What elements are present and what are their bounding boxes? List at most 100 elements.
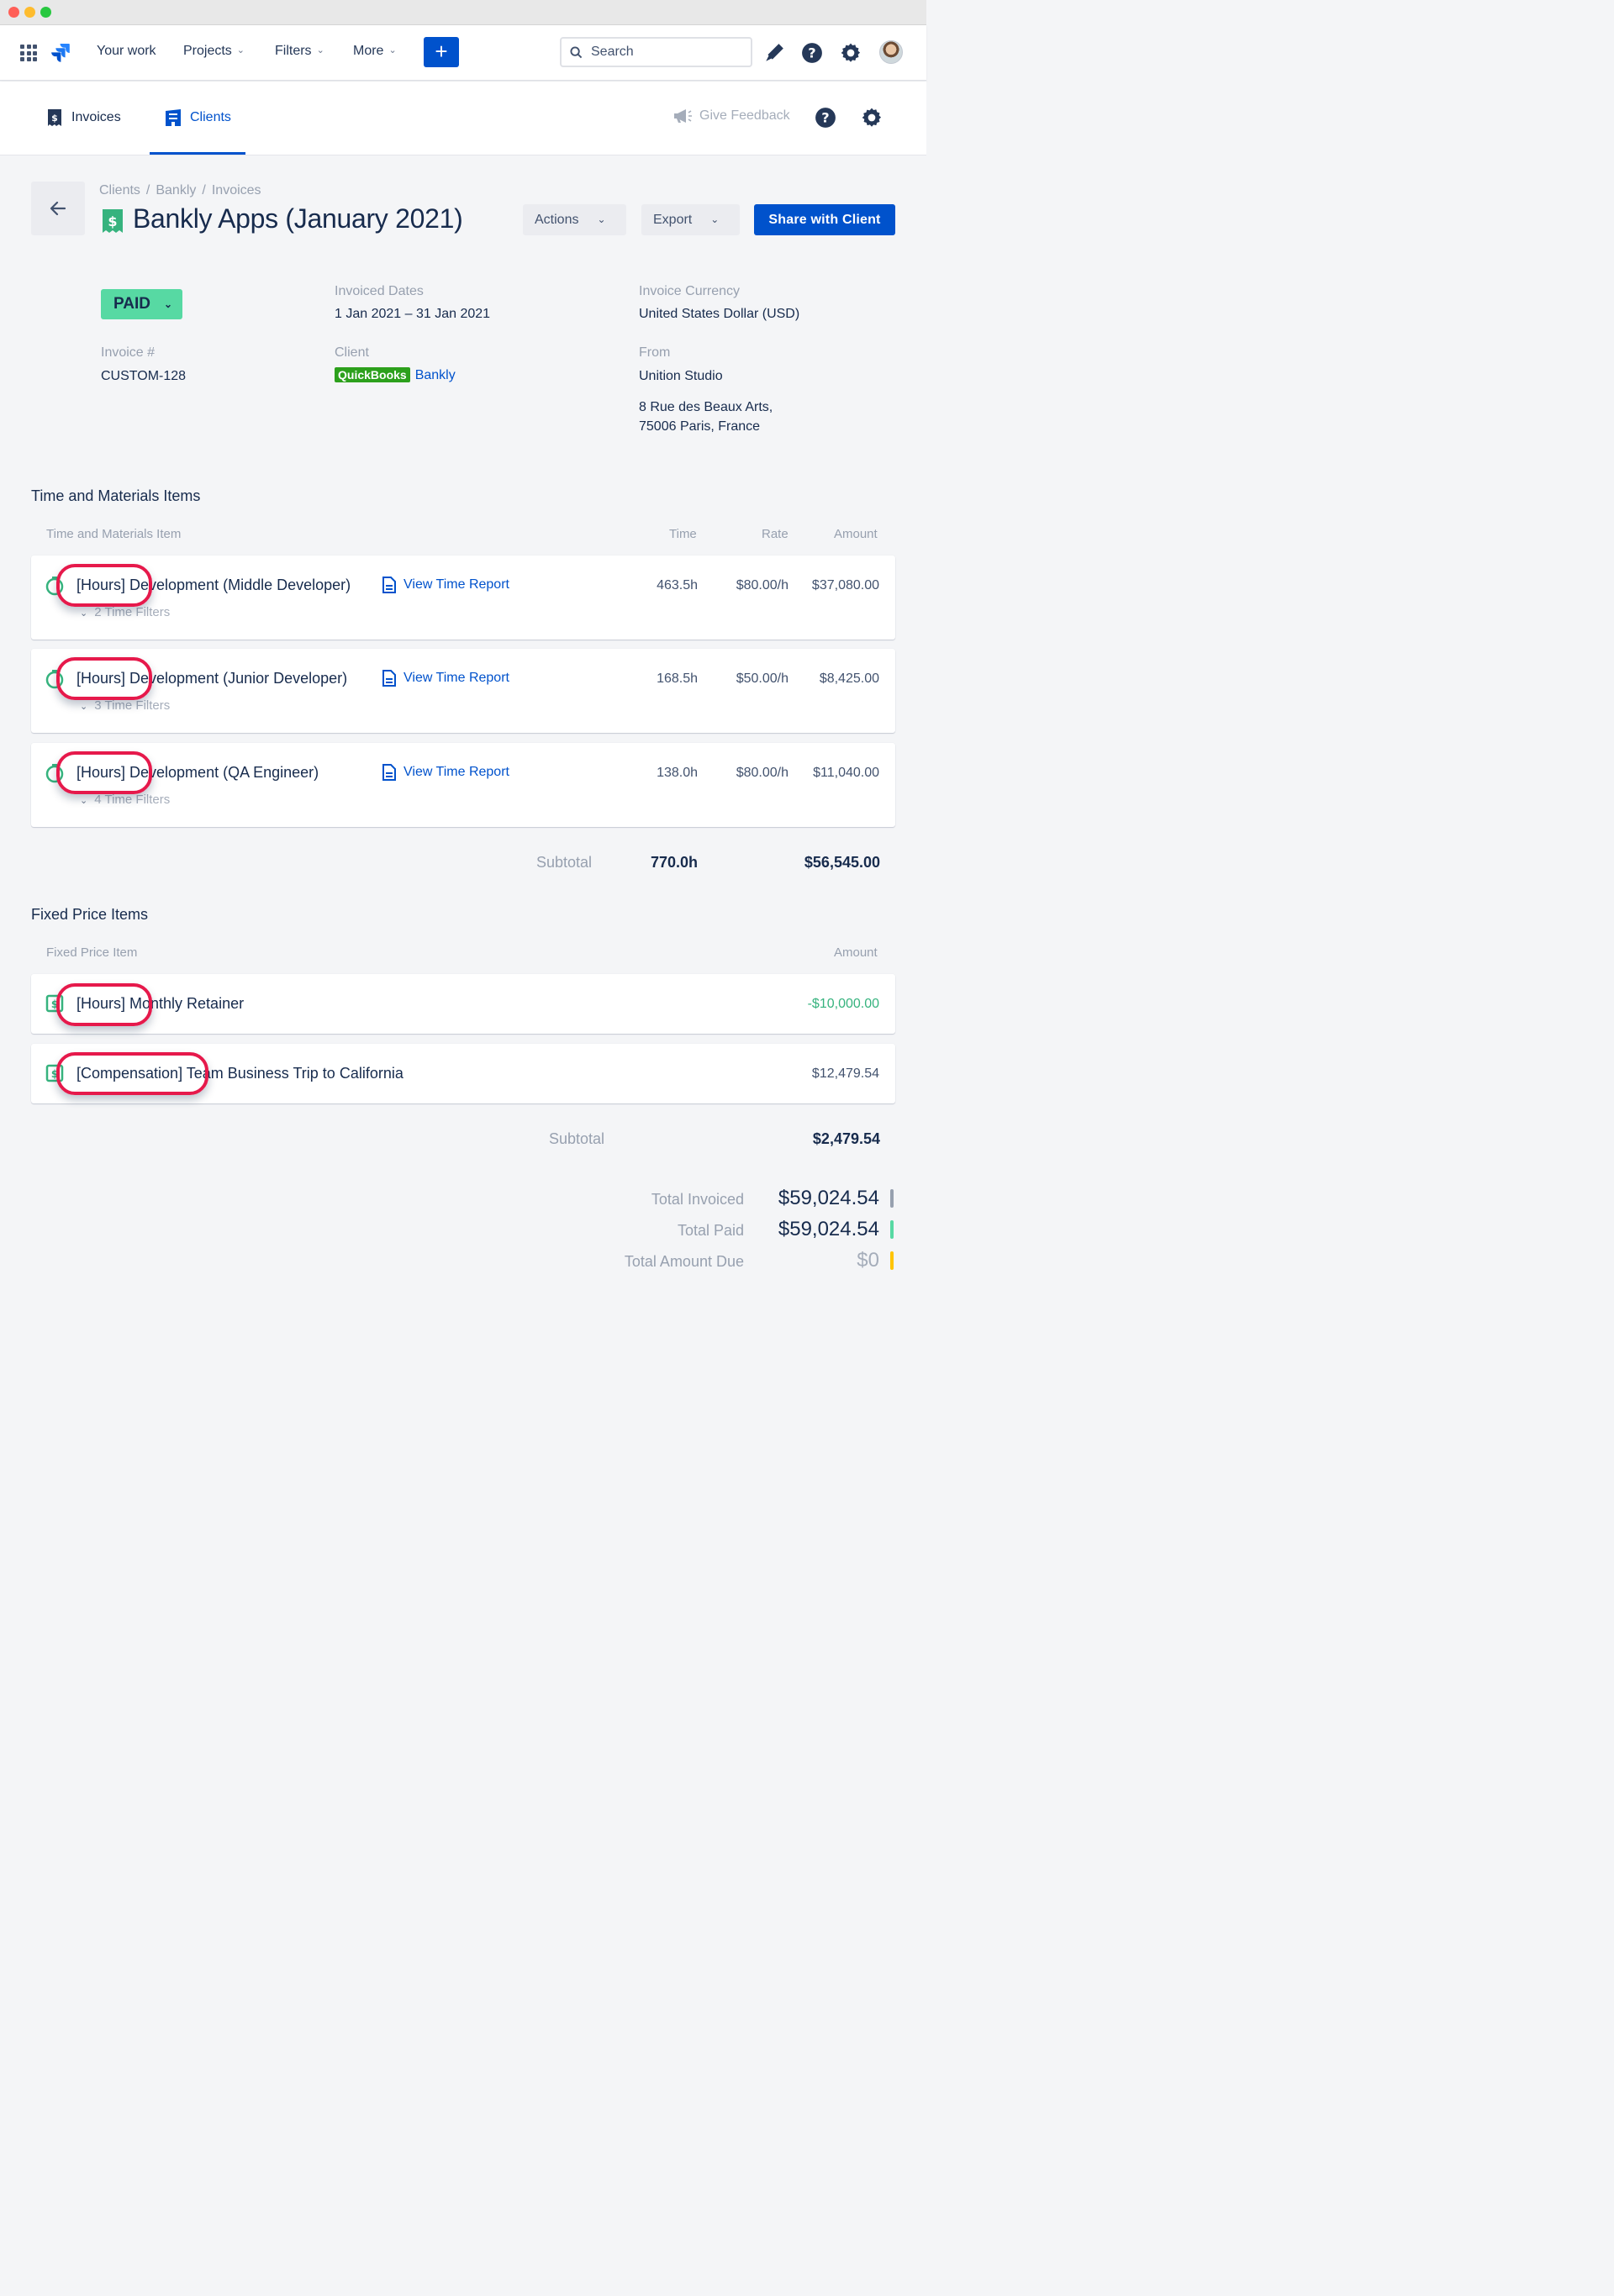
breadcrumb-bankly[interactable]: Bankly	[156, 183, 196, 197]
nav-your-work[interactable]: Your work	[97, 44, 156, 59]
nav-more[interactable]: More ⌄	[353, 44, 397, 59]
tm-subtotal-time: 770.0h	[650, 854, 698, 871]
total-invoiced-value: $59,024.54	[778, 1187, 879, 1209]
invoice-currency-label: Invoice Currency	[639, 284, 741, 298]
tab-invoices[interactable]: $ Invoices	[46, 108, 121, 127]
megaphone-icon	[674, 109, 692, 123]
fixed-price-icon: $	[45, 994, 64, 1013]
breadcrumb-invoices[interactable]: Invoices	[212, 183, 261, 197]
avatar[interactable]	[879, 40, 903, 64]
help-icon[interactable]: ?	[815, 107, 836, 129]
settings-icon[interactable]	[861, 107, 883, 129]
time-materials-section-title: Time and Materials Items	[31, 487, 201, 504]
client-link[interactable]: Bankly	[415, 368, 456, 382]
close-window-button[interactable]	[8, 7, 19, 18]
help-icon[interactable]: ?	[801, 42, 823, 64]
page-title: Bankly Apps (January 2021)	[133, 203, 463, 234]
invoice-number-value: CUSTOM-128	[101, 369, 187, 383]
notification-icon[interactable]	[763, 42, 785, 64]
svg-text:$: $	[108, 213, 117, 229]
nav-projects[interactable]: Projects ⌄	[183, 44, 245, 59]
item-name: [Compensation] Team Business Trip to Cal…	[76, 1065, 404, 1082]
breadcrumb-clients[interactable]: Clients	[99, 183, 140, 197]
search-input[interactable]: Search	[560, 37, 752, 67]
minimize-window-button[interactable]	[24, 7, 35, 18]
time-report-icon	[382, 670, 396, 687]
table-row[interactable]: $ [Compensation] Team Business Trip to C…	[31, 1044, 895, 1103]
chevron-down-icon: ⌄	[388, 45, 397, 55]
total-paid-value: $59,024.54	[778, 1218, 879, 1240]
nav-more-label: More	[353, 44, 384, 58]
view-time-report-link[interactable]: View Time Report	[382, 577, 509, 593]
item-rate: $50.00/h	[736, 671, 789, 686]
total-due-label: Total Amount Due	[624, 1253, 744, 1270]
total-invoiced-label: Total Invoiced	[651, 1191, 744, 1208]
invoiced-dates-label: Invoiced Dates	[335, 284, 424, 298]
create-button[interactable]: +	[424, 37, 459, 67]
item-amount: -$10,000.00	[807, 997, 879, 1011]
time-filters-toggle[interactable]: ⌄ 3 Time Filters	[80, 698, 170, 713]
breadcrumb-separator: /	[202, 183, 206, 197]
table-row[interactable]: [Hours] Development (Middle Developer) ⌄…	[31, 556, 895, 640]
svg-text:?: ?	[821, 109, 829, 125]
view-time-report-link[interactable]: View Time Report	[382, 764, 509, 781]
fixed-price-icon: $	[45, 1064, 64, 1082]
from-label: From	[639, 345, 671, 360]
nav-filters-label: Filters	[275, 44, 312, 58]
item-rate: $80.00/h	[736, 578, 789, 592]
breadcrumb-separator: /	[145, 183, 150, 197]
stopwatch-icon	[45, 577, 64, 596]
item-name: [Hours] Monthly Retainer	[76, 995, 245, 1012]
settings-icon[interactable]	[840, 42, 862, 64]
invoiced-dates-value: 1 Jan 2021 – 31 Jan 2021	[335, 307, 491, 321]
item-time: 138.0h	[657, 766, 698, 780]
from-value: Unition Studio	[639, 369, 723, 383]
time-filters-label: 2 Time Filters	[94, 605, 171, 619]
jira-logo[interactable]	[50, 42, 71, 62]
chevron-down-icon: ⌄	[597, 213, 606, 225]
chevron-down-icon: ⌄	[236, 45, 245, 55]
total-due-bar	[890, 1251, 894, 1270]
client-label: Client	[335, 345, 369, 360]
active-tab-indicator	[150, 152, 245, 155]
time-report-icon	[382, 577, 396, 593]
client-building-icon	[166, 109, 181, 126]
chevron-down-icon: ⌄	[80, 608, 88, 619]
item-name: [Hours] Development (Middle Developer)	[76, 577, 351, 593]
invoice-icon: $	[103, 209, 123, 233]
svg-text:$: $	[51, 113, 58, 124]
svg-text:?: ?	[808, 45, 815, 61]
view-time-report-label: View Time Report	[404, 671, 509, 685]
fp-header-amount: Amount	[834, 945, 878, 960]
arrow-left-icon	[50, 201, 66, 216]
apps-grid-icon[interactable]	[20, 45, 37, 61]
maximize-window-button[interactable]	[40, 7, 51, 18]
view-time-report-link[interactable]: View Time Report	[382, 670, 509, 687]
time-filters-toggle[interactable]: ⌄ 2 Time Filters	[80, 605, 170, 619]
invoice-number-label: Invoice #	[101, 345, 156, 360]
export-dropdown[interactable]: Export ⌄	[641, 204, 740, 235]
nav-filters[interactable]: Filters ⌄	[275, 44, 324, 59]
give-feedback-button[interactable]: Give Feedback	[672, 108, 790, 124]
invoice-icon: $	[48, 109, 61, 126]
actions-dropdown[interactable]: Actions ⌄	[523, 204, 626, 235]
time-report-icon	[382, 764, 396, 781]
fixed-price-section-title: Fixed Price Items	[31, 906, 149, 923]
table-row[interactable]: [Hours] Development (Junior Developer) ⌄…	[31, 649, 895, 733]
tab-clients-label: Clients	[190, 110, 231, 124]
back-button[interactable]	[31, 182, 85, 235]
table-row[interactable]: [Hours] Development (QA Engineer) ⌄ 4 Tim…	[31, 743, 895, 827]
actions-label: Actions	[535, 213, 579, 227]
item-amount: $8,425.00	[819, 671, 879, 686]
tab-clients[interactable]: Clients	[165, 108, 231, 127]
item-time: 168.5h	[657, 671, 698, 686]
table-row[interactable]: $ [Hours] Monthly Retainer -$10,000.00	[31, 974, 895, 1034]
view-time-report-label: View Time Report	[404, 765, 509, 779]
status-dropdown[interactable]: PAID ⌄	[101, 289, 182, 319]
fp-subtotal-label: Subtotal	[549, 1130, 605, 1147]
time-filters-toggle[interactable]: ⌄ 4 Time Filters	[80, 793, 170, 807]
share-with-client-button[interactable]: Share with Client	[754, 204, 895, 235]
status-badge: PAID	[113, 295, 150, 313]
fp-header-item: Fixed Price Item	[46, 945, 138, 960]
item-name: [Hours] Development (Junior Developer)	[76, 670, 348, 687]
